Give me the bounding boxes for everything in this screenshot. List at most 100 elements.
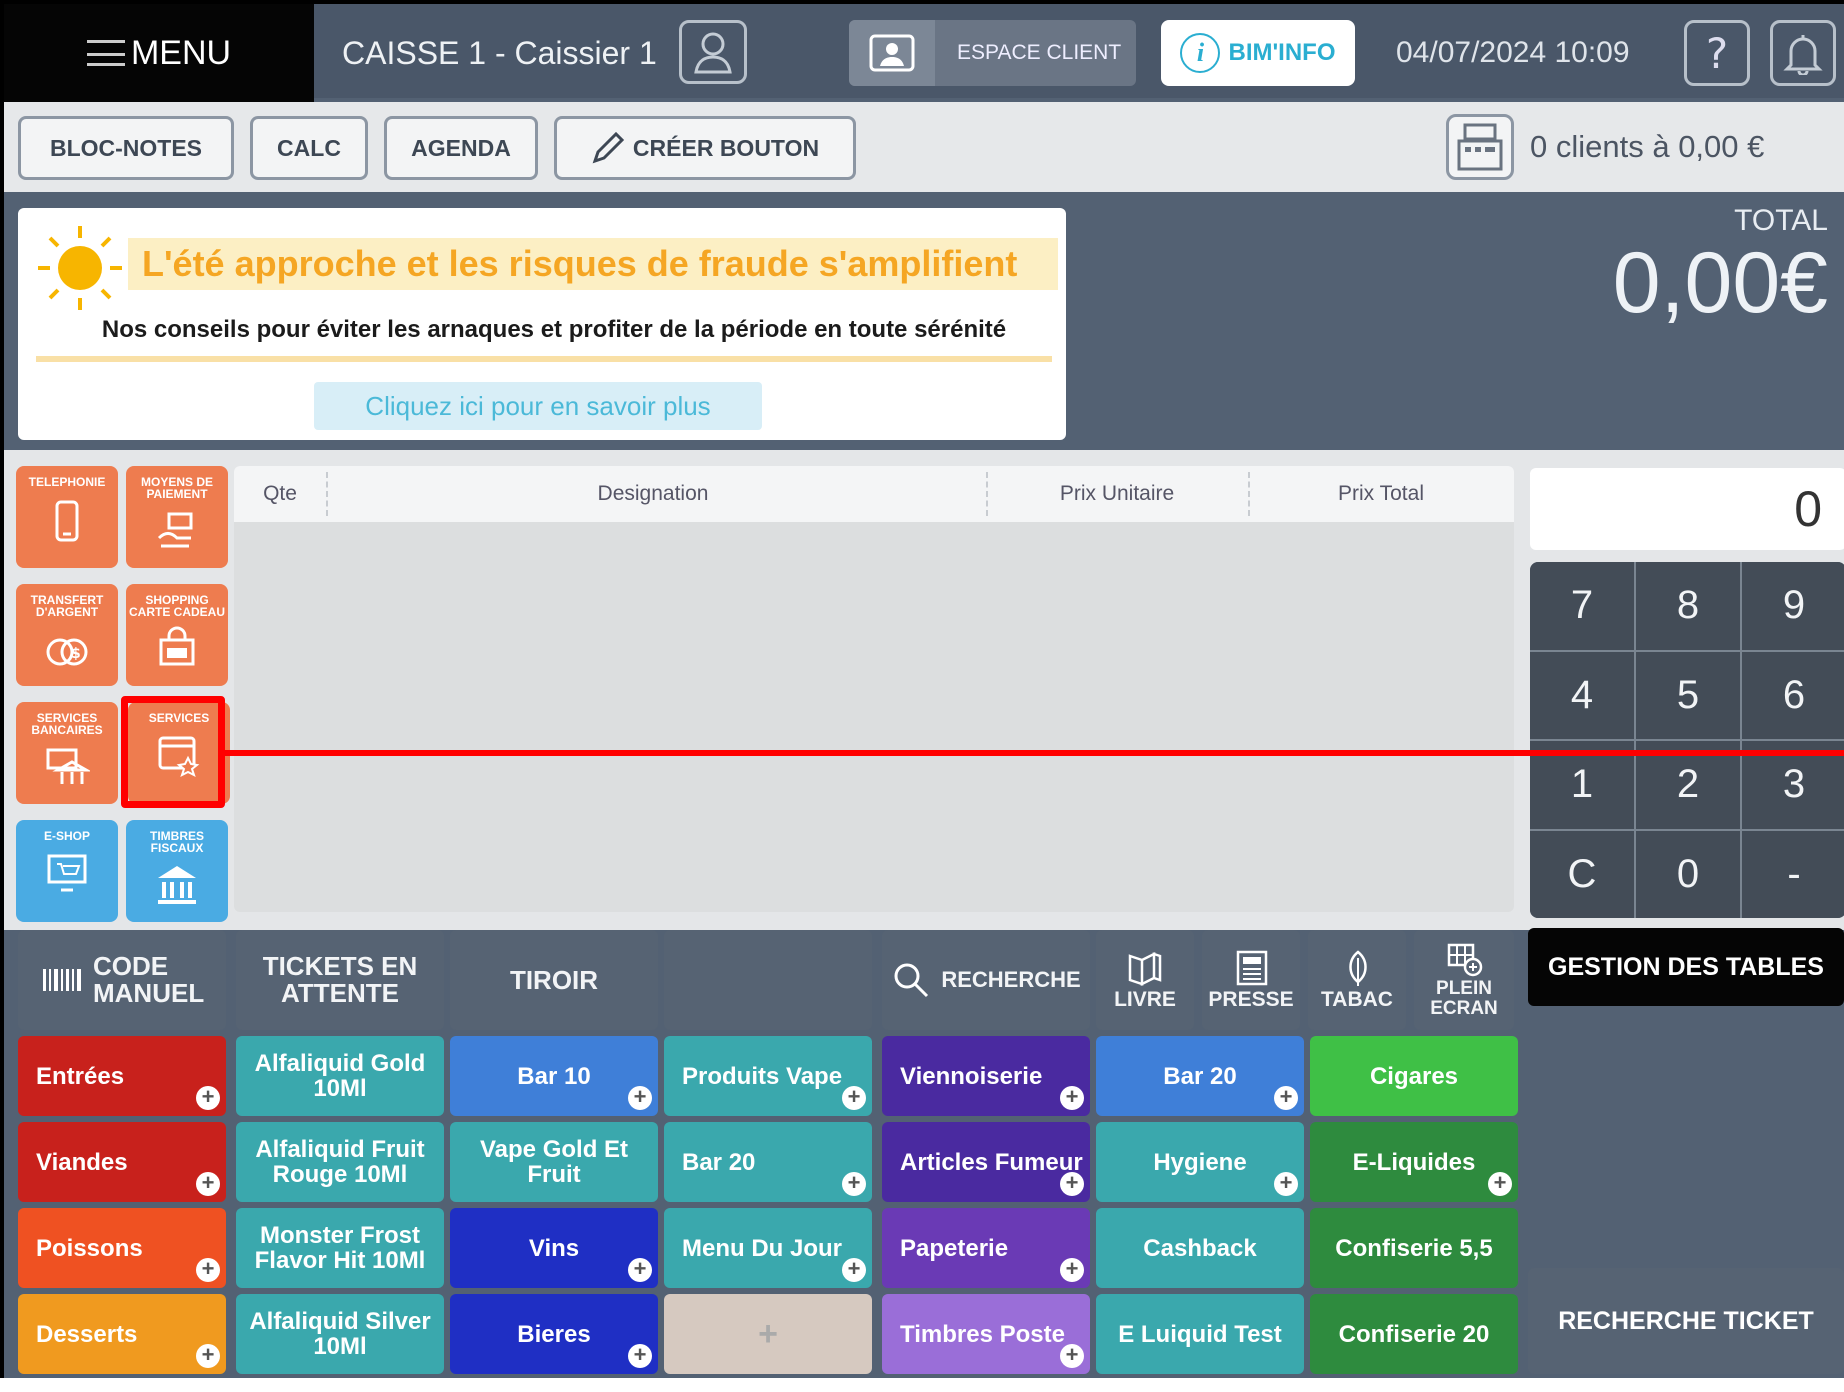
tickets-attente-button[interactable]: TICKETS EN ATTENTE: [236, 930, 444, 1030]
product-button[interactable]: Hygiene +: [1096, 1122, 1304, 1202]
recherche-ticket-button[interactable]: RECHERCHE TICKET: [1528, 1268, 1844, 1374]
waiting-clients-button[interactable]: [1446, 114, 1514, 180]
key-9[interactable]: 9: [1742, 562, 1844, 650]
presse-button[interactable]: PRESSE: [1202, 930, 1300, 1030]
help-button[interactable]: ?: [1684, 20, 1750, 86]
key-7[interactable]: 7: [1530, 562, 1634, 650]
agenda-button[interactable]: AGENDA: [384, 116, 538, 180]
product-button[interactable]: Vins +: [450, 1208, 658, 1288]
product-button[interactable]: Cigares: [1310, 1036, 1518, 1116]
category-transfert-argent[interactable]: TRANSFERT D'ARGENT $: [16, 584, 118, 686]
menu-button[interactable]: MENU: [4, 4, 314, 102]
key-clear[interactable]: C: [1530, 830, 1634, 918]
product-button[interactable]: Bar 20 +: [664, 1122, 872, 1202]
add-subcategory-icon[interactable]: +: [842, 1258, 866, 1282]
add-subcategory-icon[interactable]: +: [628, 1086, 652, 1110]
category-services-bancaires[interactable]: SERVICES BANCAIRES: [16, 702, 118, 804]
product-button[interactable]: Produits Vape +: [664, 1036, 872, 1116]
product-button[interactable]: Confiserie 5,5: [1310, 1208, 1518, 1288]
espace-client-button[interactable]: ESPACE CLIENT: [849, 20, 1136, 86]
product-button[interactable]: Vape Gold Et Fruit: [450, 1122, 658, 1202]
key-4[interactable]: 4: [1530, 651, 1634, 739]
add-subcategory-icon[interactable]: +: [196, 1258, 220, 1282]
product-button[interactable]: Alfaliquid Silver 10Ml: [236, 1294, 444, 1374]
product-button[interactable]: Menu Du Jour +: [664, 1208, 872, 1288]
livre-button[interactable]: LIVRE: [1096, 930, 1194, 1030]
product-label: Alfaliquid Silver 10Ml: [249, 1308, 431, 1360]
add-subcategory-icon[interactable]: +: [196, 1086, 220, 1110]
product-button[interactable]: Bar 20 +: [1096, 1036, 1304, 1116]
product-button[interactable]: Bieres +: [450, 1294, 658, 1374]
empty-function-button[interactable]: [664, 930, 872, 1030]
product-label: Vape Gold Et Fruit: [479, 1136, 629, 1188]
category-shopping-carte-cadeau[interactable]: SHOPPING CARTE CADEAU: [126, 584, 228, 686]
add-subcategory-icon[interactable]: +: [628, 1344, 652, 1368]
product-button[interactable]: Poissons +: [18, 1208, 226, 1288]
creer-bouton-button[interactable]: CRÉER BOUTON: [554, 116, 856, 180]
espace-client-label: ESPACE CLIENT: [957, 41, 1122, 64]
category-moyens-paiement[interactable]: MOYENS DE PAIEMENT: [126, 466, 228, 568]
creer-bouton-label: CRÉER BOUTON: [632, 134, 820, 161]
bloc-notes-button[interactable]: BLOC-NOTES: [18, 116, 234, 180]
calc-button[interactable]: CALC: [250, 116, 368, 180]
promo-banner[interactable]: L'été approche et les risques de fraude …: [18, 208, 1066, 440]
recherche-button[interactable]: RECHERCHE: [882, 930, 1090, 1030]
user-button[interactable]: [679, 20, 747, 84]
add-subcategory-icon[interactable]: +: [842, 1086, 866, 1110]
gestion-tables-button[interactable]: GESTION DES TABLES: [1528, 928, 1844, 1006]
category-telephonie[interactable]: TELEPHONIE: [16, 466, 118, 568]
product-button[interactable]: Viandes +: [18, 1122, 226, 1202]
product-button[interactable]: Alfaliquid Fruit Rouge 10Ml: [236, 1122, 444, 1202]
total-label: TOTAL: [1734, 204, 1828, 237]
key-minus[interactable]: -: [1742, 830, 1844, 918]
plein-ecran-button[interactable]: PLEIN ECRAN: [1414, 930, 1514, 1030]
tiroir-button[interactable]: TIROIR: [450, 930, 658, 1030]
bim-info-button[interactable]: i BIM'INFO: [1161, 20, 1355, 86]
tobacco-leaf-icon: [1349, 950, 1367, 986]
add-subcategory-icon[interactable]: +: [1274, 1172, 1298, 1196]
product-button[interactable]: Timbres Poste +: [882, 1294, 1090, 1374]
add-subcategory-icon[interactable]: +: [1488, 1172, 1512, 1196]
add-subcategory-icon[interactable]: +: [1060, 1172, 1084, 1196]
notifications-button[interactable]: [1770, 20, 1836, 86]
code-manuel-button[interactable]: CODE MANUEL: [18, 930, 226, 1030]
key-0[interactable]: 0: [1636, 830, 1740, 918]
product-label: Papeterie: [900, 1234, 1009, 1262]
product-button[interactable]: Viennoiserie +: [882, 1036, 1090, 1116]
add-subcategory-icon[interactable]: +: [1060, 1086, 1084, 1110]
product-button[interactable]: +: [664, 1294, 872, 1374]
barcode-icon: [43, 969, 81, 991]
product-button[interactable]: E Luiquid Test: [1096, 1294, 1304, 1374]
product-label: Alfaliquid Fruit Rouge 10Ml: [255, 1136, 425, 1188]
numeric-keypad: 7 8 9 4 5 6 1 2 3 C 0 -: [1530, 562, 1844, 918]
ticket-header: Qte Designation Prix Unitaire Prix Total: [234, 466, 1514, 522]
add-subcategory-icon[interactable]: +: [1274, 1086, 1298, 1110]
product-button[interactable]: Confiserie 20: [1310, 1294, 1518, 1374]
product-button[interactable]: Monster Frost Flavor Hit 10Ml: [236, 1208, 444, 1288]
info-icon: i: [1180, 33, 1221, 73]
key-6[interactable]: 6: [1742, 651, 1844, 739]
add-subcategory-icon[interactable]: +: [628, 1258, 652, 1282]
product-button[interactable]: Cashback: [1096, 1208, 1304, 1288]
product-label: Bieres: [517, 1320, 591, 1348]
add-subcategory-icon[interactable]: +: [842, 1172, 866, 1196]
product-label: Monster Frost Flavor Hit 10Ml: [254, 1222, 426, 1274]
product-button[interactable]: Entrées +: [18, 1036, 226, 1116]
key-5[interactable]: 5: [1636, 651, 1740, 739]
product-button[interactable]: E-Liquides +: [1310, 1122, 1518, 1202]
product-button[interactable]: Bar 10 +: [450, 1036, 658, 1116]
promo-link[interactable]: Cliquez ici pour en savoir plus: [314, 382, 762, 430]
category-timbres-fiscaux[interactable]: TIMBRES FISCAUX: [126, 820, 228, 922]
add-subcategory-icon[interactable]: +: [196, 1172, 220, 1196]
tabac-button[interactable]: TABAC: [1308, 930, 1406, 1030]
add-subcategory-icon[interactable]: +: [1060, 1258, 1084, 1282]
col-qte: Qte: [263, 482, 297, 505]
product-button[interactable]: Papeterie +: [882, 1208, 1090, 1288]
add-subcategory-icon[interactable]: +: [1060, 1344, 1084, 1368]
product-button[interactable]: Alfaliquid Gold 10Ml: [236, 1036, 444, 1116]
key-8[interactable]: 8: [1636, 562, 1740, 650]
product-button[interactable]: Articles Fumeur +: [882, 1122, 1090, 1202]
add-subcategory-icon[interactable]: +: [196, 1344, 220, 1368]
category-e-shop[interactable]: E-SHOP: [16, 820, 118, 922]
product-button[interactable]: Desserts +: [18, 1294, 226, 1374]
